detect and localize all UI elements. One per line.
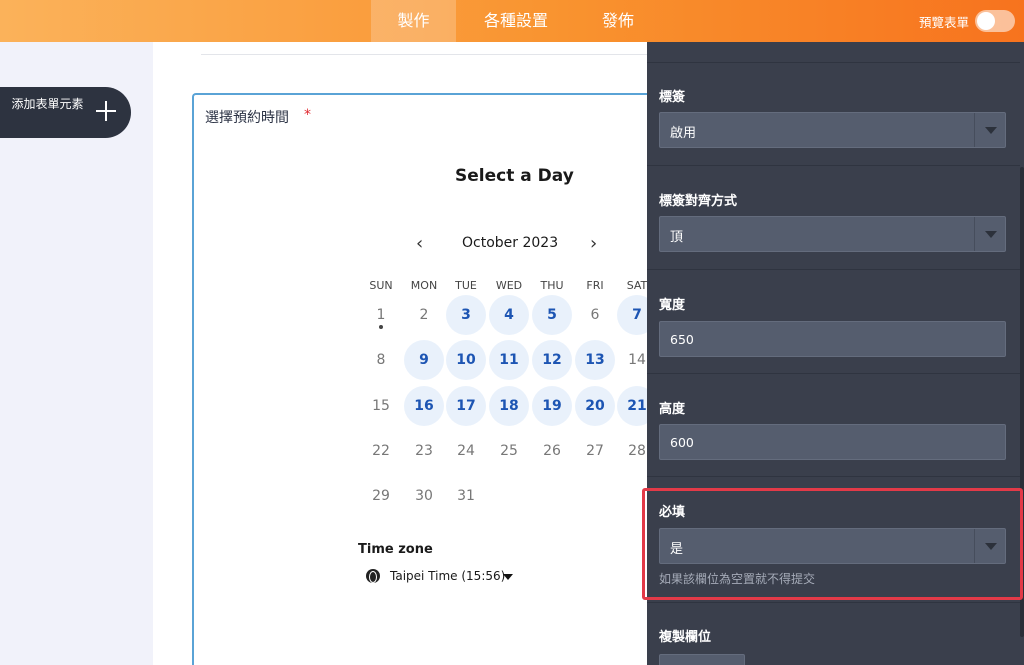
plus-icon (96, 101, 116, 121)
month-label: October 2023 (462, 235, 559, 251)
globe-icon (366, 569, 380, 583)
width-section-title: 寬度 (659, 298, 686, 313)
calendar-day-available[interactable]: 12 (532, 340, 572, 380)
weekday-label: TUE (455, 279, 477, 292)
calendar-day: 6 (590, 307, 600, 323)
today-indicator (379, 325, 383, 329)
calendar-day-available[interactable]: 19 (532, 386, 572, 426)
divider (201, 54, 651, 55)
calendar-day-available[interactable]: 9 (404, 340, 444, 380)
add-form-element-label: 添加表單元素 (11, 97, 84, 111)
duplicate-section-title: 複製欄位 (659, 630, 712, 645)
calendar-day-available[interactable]: 5 (532, 295, 572, 335)
highlight-box (642, 488, 1023, 600)
calendar-day: 1 (376, 307, 386, 323)
section-divider (647, 373, 1020, 374)
tab-build[interactable]: 製作 (371, 0, 456, 42)
top-bar: 製作 各種設置 發佈 預覽表單 (0, 0, 1024, 42)
label-align-select[interactable]: 頂 (659, 216, 1006, 252)
section-divider (647, 62, 1020, 63)
calendar-day: 25 (500, 443, 518, 459)
required-asterisk: * (304, 107, 311, 123)
section-divider (647, 602, 1020, 603)
height-section-title: 高度 (659, 402, 686, 417)
calendar-heading: Select a Day (455, 166, 574, 186)
chevron-right-icon[interactable]: › (590, 233, 597, 254)
weekday-label: THU (540, 279, 564, 292)
calendar-day: 15 (372, 398, 390, 414)
caret-down-icon[interactable] (503, 574, 513, 580)
calendar-day: 22 (372, 443, 390, 459)
weekday-label: FRI (586, 279, 604, 292)
calendar-day-available[interactable]: 4 (489, 295, 529, 335)
calendar-day-available[interactable]: 10 (446, 340, 486, 380)
calendar-day: 23 (415, 443, 433, 459)
calendar-day-available[interactable]: 16 (404, 386, 444, 426)
calendar-day-available[interactable]: 11 (489, 340, 529, 380)
calendar-day-available[interactable]: 20 (575, 386, 615, 426)
calendar-day-available[interactable]: 17 (446, 386, 486, 426)
section-divider (647, 165, 1020, 166)
calendar-day-available[interactable]: 18 (489, 386, 529, 426)
calendar-day: 8 (376, 352, 386, 368)
height-input[interactable]: 600 (659, 424, 1006, 460)
calendar-day: 31 (457, 488, 475, 504)
calendar-day: 2 (419, 307, 429, 323)
calendar-day: 26 (543, 443, 561, 459)
calendar-day: 29 (372, 488, 390, 504)
calendar-day-available[interactable]: 13 (575, 340, 615, 380)
field-label: 選擇預約時間 (205, 110, 289, 126)
duplicate-field-control[interactable] (659, 654, 745, 665)
section-divider (647, 269, 1020, 270)
tab-publish[interactable]: 發佈 (585, 0, 651, 42)
label-select-value: 啟用 (670, 126, 697, 141)
label-align-value: 頂 (670, 230, 684, 245)
section-divider (647, 476, 1020, 477)
weekday-label: SUN (369, 279, 393, 292)
toggle-knob (977, 12, 995, 30)
calendar-day: 24 (457, 443, 475, 459)
chevron-left-icon[interactable]: ‹ (416, 233, 423, 254)
dropdown-arrow-icon[interactable] (974, 217, 1005, 251)
dropdown-arrow-icon[interactable] (974, 113, 1005, 147)
weekday-label: MON (410, 279, 438, 292)
add-form-element-button[interactable]: 添加表單元素 (0, 87, 131, 138)
calendar-day-available[interactable]: 3 (446, 295, 486, 335)
calendar-day: 27 (586, 443, 604, 459)
calendar-day: 30 (415, 488, 433, 504)
timezone-select[interactable]: Taipei Time (15:56) (390, 569, 505, 583)
label-select[interactable]: 啟用 (659, 112, 1006, 148)
width-input[interactable]: 650 (659, 321, 1006, 357)
timezone-title: Time zone (358, 542, 433, 557)
label-section-title: 標簽 (659, 90, 686, 105)
tab-settings[interactable]: 各種設置 (468, 0, 564, 42)
align-section-title: 標簽對齊方式 (659, 194, 738, 209)
weekday-label: WED (495, 279, 523, 292)
preview-toggle[interactable] (975, 10, 1015, 32)
preview-form-label: 預覽表單 (918, 15, 969, 30)
